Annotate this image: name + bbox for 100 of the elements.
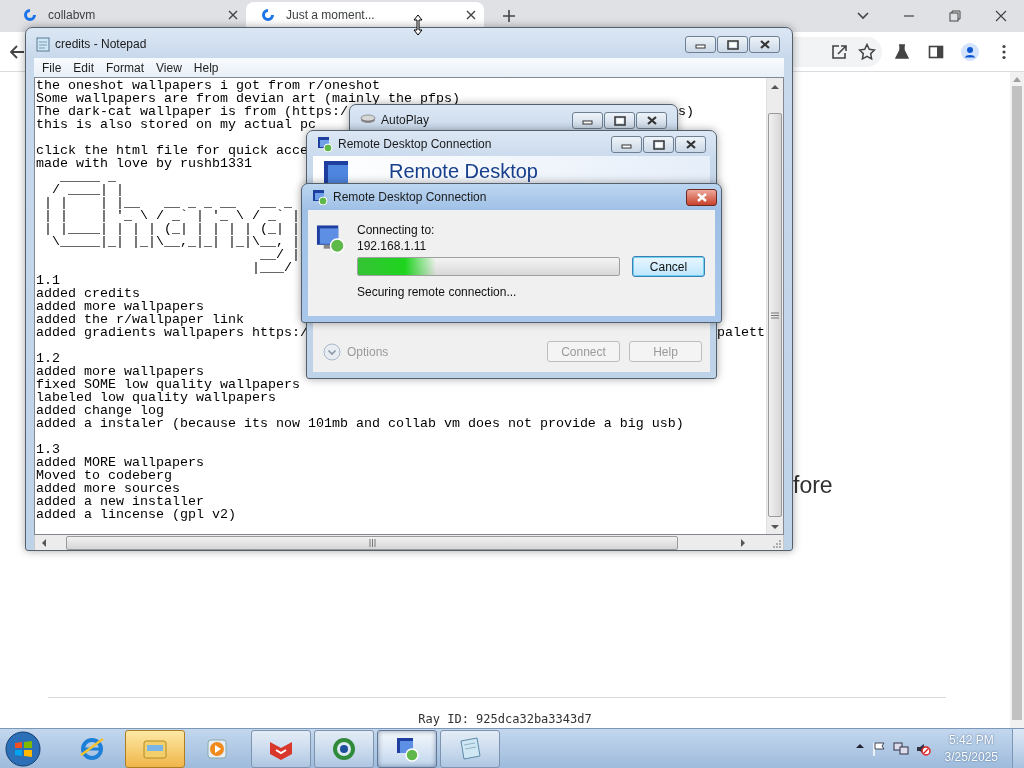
- resize-cursor-icon: [412, 14, 424, 36]
- grip-icon: [368, 539, 376, 547]
- text-line: _____ _: [59, 170, 116, 183]
- window-title: Remote Desktop Connection: [338, 136, 492, 152]
- expand-icon: [323, 342, 341, 361]
- text-line: added the r/wallpaper link: [36, 313, 244, 326]
- remote-desktop-icon: [317, 136, 333, 152]
- close-icon: [695, 192, 708, 203]
- taskbar-button[interactable]: [251, 729, 311, 768]
- maximize-icon: [726, 39, 739, 50]
- window-title: AutoPlay: [381, 112, 430, 128]
- window-title: credits - Notepad: [55, 36, 147, 52]
- star-icon[interactable]: [858, 42, 876, 61]
- right-arrow-icon[interactable]: [741, 539, 746, 547]
- flag-icon[interactable]: [870, 740, 887, 757]
- close-icon[interactable]: [466, 9, 476, 20]
- left-arrow-icon[interactable]: [41, 539, 46, 547]
- ray-id-text: Ray ID: 925dca32ba3343d7: [417, 711, 593, 728]
- text-line: added credits: [36, 287, 140, 300]
- menu-item[interactable]: Edit: [67, 58, 101, 77]
- text-line: added more sources: [36, 482, 180, 495]
- text-line: __/ |: [259, 248, 300, 261]
- size-grip-icon: [772, 538, 781, 548]
- scrollbar[interactable]: [766, 78, 783, 534]
- back-arrow-icon[interactable]: [8, 42, 26, 61]
- text-line: 1.2: [36, 352, 60, 365]
- close-icon: [684, 139, 697, 150]
- browser-tab[interactable]: collabvm: [8, 2, 246, 27]
- banner-title: Remote Desktop: [389, 160, 538, 182]
- text-line: The dark-cat wallpaper is from (https:/: [36, 105, 348, 118]
- minimize-button[interactable]: [685, 36, 716, 53]
- maximize-button[interactable]: [717, 36, 748, 53]
- down-arrow-icon[interactable]: [771, 525, 779, 530]
- text-line: click the html file for quick acce: [36, 144, 308, 157]
- tab-title: Just a moment...: [286, 6, 375, 24]
- site-icon: [22, 6, 38, 23]
- text-line: added a new installer: [36, 495, 204, 508]
- text-line: added MORE wallpapers: [36, 456, 204, 469]
- text-line: this is also stored on my actual pc: [36, 118, 316, 131]
- up-arrow-icon[interactable]: [771, 84, 779, 89]
- scrollbar[interactable]: [34, 535, 784, 550]
- maximize-button[interactable]: [604, 112, 635, 129]
- notepad-icon: [36, 36, 50, 52]
- text-line: made with love by rushb1331: [36, 157, 252, 170]
- text-line: fixed SOME low quality wallpapers: [36, 378, 300, 391]
- menu-item[interactable]: View: [150, 58, 188, 77]
- maximize-button[interactable]: [643, 136, 674, 153]
- plus-icon: [502, 9, 516, 23]
- text-line: 1.1: [36, 274, 60, 287]
- cancel-button[interactable]: Cancel: [632, 256, 705, 277]
- share-icon[interactable]: [830, 42, 848, 61]
- text-line: / ____| |: [51, 183, 124, 196]
- network-icon[interactable]: [892, 740, 909, 757]
- text-line: added change log: [36, 404, 164, 417]
- drive-icon: [360, 112, 376, 124]
- text-line: added gradients wallpapers https:/: [36, 326, 308, 339]
- restore-icon[interactable]: [947, 8, 963, 24]
- text-line: added a lincense (gpl v2): [36, 508, 236, 521]
- maximize-icon: [652, 139, 665, 150]
- text-line: | | | |__ __ _ _ __ __ _: [43, 196, 292, 209]
- text-line: 1.3: [36, 443, 60, 456]
- window-title: Remote Desktop Connection: [333, 189, 487, 205]
- site-icon: [260, 6, 276, 23]
- profile-icon[interactable]: [961, 42, 979, 61]
- text-line: Moved to codeberg: [36, 469, 172, 482]
- close-icon[interactable]: [993, 8, 1009, 24]
- close-icon: [645, 115, 658, 126]
- text-line: | | | '_ \ / _` | '_ \ / _` |: [43, 209, 300, 222]
- text-line: added a instaler (because its now 101mb and collab vm does not provide a big usb): [36, 417, 684, 430]
- minimize-button[interactable]: [611, 136, 642, 153]
- address-bar[interactable]: [790, 36, 882, 67]
- menu-item[interactable]: Help: [187, 58, 225, 77]
- close-icon[interactable]: [228, 9, 238, 20]
- text-line: | |____| | | | (_| | | | | (_| |: [43, 222, 300, 235]
- browser-tab[interactable]: Just a moment...: [246, 2, 484, 27]
- minimize-button[interactable]: [572, 112, 603, 129]
- close-icon: [758, 39, 771, 50]
- remote-desktop-icon: [316, 224, 345, 254]
- text-line: labeled low quality wallpapers: [36, 391, 276, 404]
- text-fragment: s): [678, 105, 694, 118]
- close-button[interactable]: [749, 36, 780, 53]
- text-line: |___/: [250, 261, 292, 274]
- close-button[interactable]: [675, 136, 706, 153]
- heading-text: fore: [793, 471, 833, 500]
- start-orb-icon[interactable]: [4, 729, 42, 768]
- menu-item[interactable]: Format: [100, 58, 151, 77]
- remote-desktop-icon: [312, 189, 328, 205]
- close-button[interactable]: [636, 112, 667, 129]
- text-fragment: palett: [717, 326, 765, 339]
- flask-icon[interactable]: [893, 42, 911, 61]
- text-line: Some wallpapers are from devian art (mainly the pfps): [36, 92, 460, 105]
- grip-icon: [771, 311, 779, 319]
- tab-title: collabvm: [48, 6, 96, 24]
- taskbar-button[interactable]: [314, 729, 374, 768]
- close-button[interactable]: [686, 189, 717, 206]
- taskbar-button[interactable]: [377, 729, 437, 768]
- scrollbar[interactable]: [1010, 72, 1024, 728]
- host-address: 192.168.1.11: [357, 238, 428, 254]
- status-text: Securing remote connection...: [357, 284, 518, 300]
- menu-item[interactable]: File: [36, 58, 68, 77]
